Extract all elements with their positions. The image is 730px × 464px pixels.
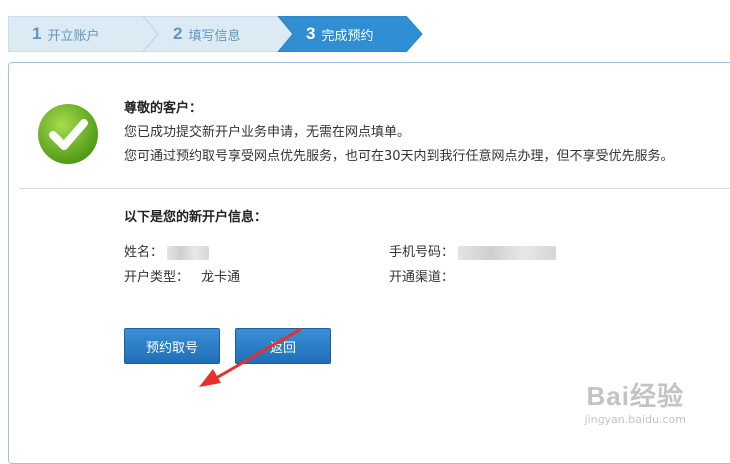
divider: [19, 188, 730, 189]
step-2-number: 2: [173, 24, 183, 43]
step-1-number: 1: [32, 24, 42, 43]
progress-steps: 1 开立账户 2 填写信息 3 完成预约: [8, 16, 424, 52]
step-1-label: 开立账户: [47, 28, 100, 44]
phone-label: 手机号码：: [389, 245, 455, 260]
message-line-1: 您已成功提交新开户业务申请，无需在网点填单。: [124, 125, 411, 140]
phone-value-redacted: [458, 245, 557, 260]
step-2: 2 填写信息: [173, 16, 240, 52]
account-type-value: 龙卡通: [201, 270, 241, 285]
account-type-field: 开户类型： 龙卡通: [124, 266, 240, 285]
step-2-label: 填写信息: [188, 28, 241, 44]
success-message: 尊敬的客户： 您已成功提交新开户业务申请，无需在网点填单。 您可通过预约取号享受…: [124, 97, 674, 169]
phone-field: 手机号码：: [389, 241, 557, 260]
step-3-number: 3: [306, 24, 316, 43]
message-line-2: 您可通过预约取号享受网点优先服务，也可在30天内到我行任意网点办理，但不享受优先…: [124, 149, 674, 164]
reserve-ticket-button[interactable]: 预约取号: [124, 328, 220, 364]
account-type-label: 开户类型：: [124, 270, 190, 285]
account-info-title: 以下是您的新开户信息：: [124, 210, 268, 225]
back-button[interactable]: 返回: [235, 328, 331, 364]
name-label: 姓名：: [124, 245, 164, 260]
baidu-jingyan-watermark: Bai经验 jingyan.baidu.com: [584, 376, 686, 426]
name-value-redacted: [167, 245, 210, 260]
watermark-logo: Bai经验: [586, 381, 684, 411]
watermark-url: jingyan.baidu.com: [584, 413, 686, 426]
step-3: 3 完成预约: [306, 16, 373, 52]
greeting-text: 尊敬的客户：: [124, 101, 203, 116]
step-1: 1 开立账户: [32, 16, 99, 52]
name-field: 姓名：: [124, 241, 210, 260]
channel-field: 开通渠道：: [389, 266, 454, 285]
account-info-section: 以下是您的新开户信息：: [124, 206, 267, 225]
success-check-icon: [38, 104, 98, 164]
step-3-label: 完成预约: [321, 28, 374, 44]
channel-label: 开通渠道：: [389, 270, 455, 285]
